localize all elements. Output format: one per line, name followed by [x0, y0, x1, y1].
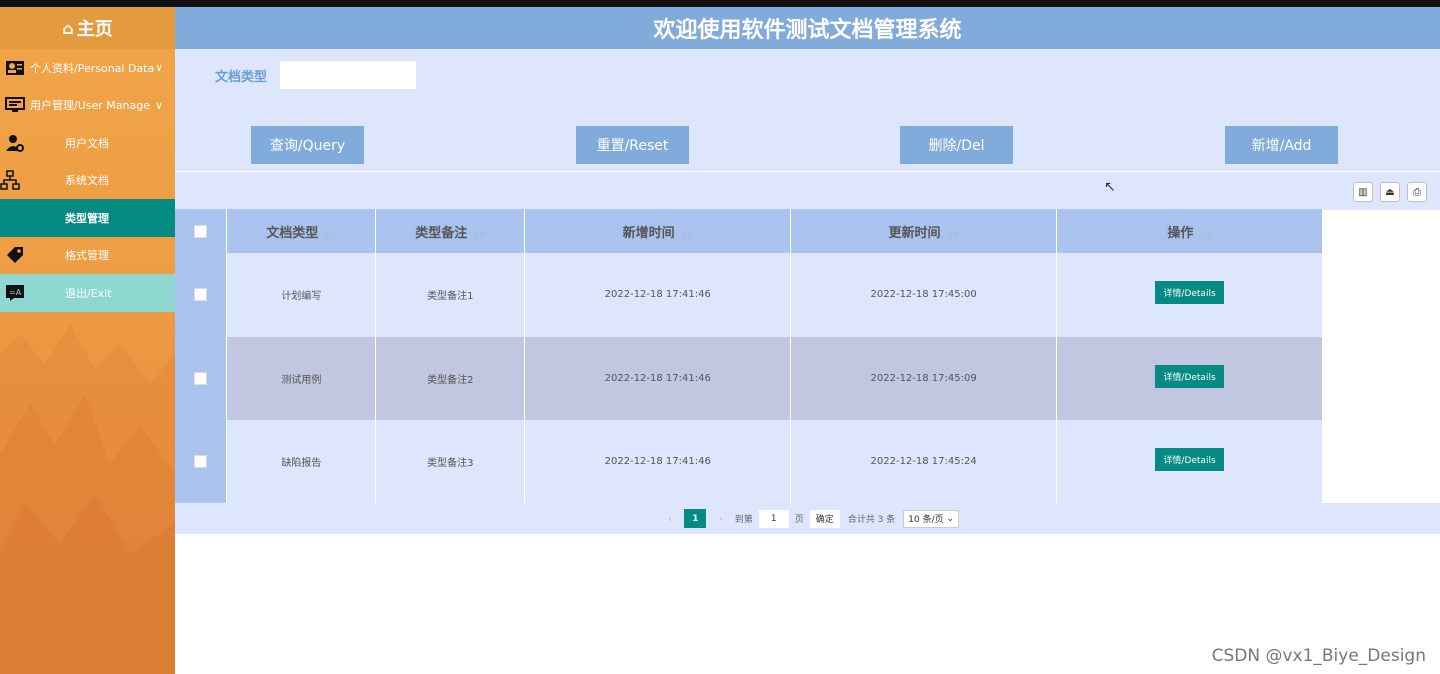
sidebar-item-format-manage[interactable]: 格式管理 [0, 237, 175, 275]
user-gear-icon [0, 133, 30, 153]
details-button[interactable]: 详情/Details [1155, 448, 1224, 471]
sidebar-item-system-docs[interactable]: 系统文档 [0, 162, 175, 200]
search-bar: 文档类型 查询/Query 重置/Reset 删除/Del 新增/Add [175, 49, 1440, 172]
page-title: 欢迎使用软件测试文档管理系统 [175, 7, 1440, 49]
page-size-select[interactable]: 10 条/页 ⌄ [903, 509, 960, 528]
column-header-note[interactable]: 类型备注 ▲▼ [375, 209, 526, 253]
row-checkbox[interactable] [194, 371, 208, 385]
row-checkbox[interactable] [194, 288, 208, 302]
cell-type: 计划编写 [226, 253, 377, 337]
cell-actions: 详情/Details [1056, 253, 1323, 337]
sidebar-item-label: 用户文档 [65, 136, 109, 150]
row-checkbox[interactable] [194, 455, 208, 469]
sidebar-item-label: 类型管理 [65, 211, 109, 225]
column-header-created[interactable]: 新增时间 ▲▼ [524, 209, 792, 253]
chevron-down-icon: ∨ [154, 98, 163, 112]
table-row: 缺陷报告 类型备注3 2022-12-18 17:41:46 2022-12-1… [175, 420, 1323, 504]
sort-icon: ▲▼ [946, 229, 959, 239]
reset-button[interactable]: 重置/Reset [576, 126, 689, 164]
columns-icon[interactable]: ▥ [1353, 182, 1373, 202]
cell-note: 类型备注1 [375, 253, 526, 337]
cell-updated: 2022-12-18 17:45:00 [790, 253, 1058, 337]
cell-created: 2022-12-18 17:41:46 [524, 420, 792, 504]
sidebar-item-label: 用户管理/User Manage [30, 99, 150, 113]
table-row: 计划编写 类型备注1 2022-12-18 17:41:46 2022-12-1… [175, 253, 1323, 337]
next-page-icon[interactable]: › [718, 512, 722, 525]
sidebar: ⌂ 主页 个人资料/Personal Data ∨ 用户管理/User Mana… [0, 7, 175, 674]
sidebar-item-type-manage[interactable]: 类型管理 [0, 199, 175, 237]
doc-type-search-input[interactable] [280, 61, 416, 89]
confirm-page-button[interactable]: 确定 [809, 509, 840, 528]
current-page[interactable]: 1 [684, 509, 707, 528]
watermark: CSDN @vx1_Biye_Design [1211, 646, 1426, 666]
table-toolbar: ▥ ⏏ ⎙ [175, 172, 1440, 210]
table-row: 测试用例 类型备注2 2022-12-18 17:41:46 2022-12-1… [175, 336, 1323, 420]
delete-button[interactable]: 删除/Del [900, 126, 1013, 164]
row-select-cell [175, 253, 228, 337]
sidebar-item-label: 退出/Exit [65, 286, 112, 300]
details-button[interactable]: 详情/Details [1155, 364, 1224, 388]
sort-icon: ▲▼ [1199, 229, 1212, 239]
cell-note: 类型备注2 [375, 336, 526, 420]
table-header-row: 文档类型 ▲▼ 类型备注 ▲▼ 新增时间 ▲▼ 更新时间 ▲▼ 操作 ▲▼ [175, 209, 1323, 253]
cell-note: 类型备注3 [375, 420, 526, 504]
cell-created: 2022-12-18 17:41:46 [524, 336, 792, 420]
sort-icon: ▲▼ [473, 229, 486, 239]
user-card-icon [0, 59, 30, 77]
column-header-type[interactable]: 文档类型 ▲▼ [226, 209, 377, 253]
main-panel: 欢迎使用软件测试文档管理系统 文档类型 查询/Query 重置/Reset 删除… [175, 7, 1440, 674]
sidebar-home[interactable]: ⌂ 主页 [0, 7, 175, 49]
mountain-background [0, 324, 175, 674]
cell-updated: 2022-12-18 17:45:24 [790, 420, 1058, 504]
row-select-cell [175, 420, 228, 504]
cell-actions: 详情/Details [1056, 336, 1323, 420]
cell-actions: 详情/Details [1056, 420, 1323, 504]
select-all-cell [175, 209, 228, 253]
select-all-checkbox[interactable] [194, 224, 208, 238]
sidebar-item-label: 格式管理 [65, 249, 109, 263]
doc-type-table: 文档类型 ▲▼ 类型备注 ▲▼ 新增时间 ▲▼ 更新时间 ▲▼ 操作 ▲▼ 计划编写 类型… [175, 209, 1323, 504]
monitor-icon [0, 96, 30, 114]
search-label: 文档类型 [215, 70, 268, 85]
sidebar-item-user-docs[interactable]: 用户文档 [0, 124, 175, 162]
sort-icon: ▲▼ [680, 229, 693, 239]
cell-type: 缺陷报告 [226, 420, 377, 504]
cell-type: 测试用例 [226, 336, 377, 420]
print-icon[interactable]: ⎙ [1407, 182, 1427, 202]
goto-label: 到第 [734, 515, 753, 525]
translate-icon: =A [0, 284, 30, 302]
svg-text:=A: =A [9, 288, 22, 297]
sitemap-icon [0, 170, 30, 190]
column-header-actions[interactable]: 操作 ▲▼ [1056, 209, 1323, 253]
query-button[interactable]: 查询/Query [251, 126, 364, 164]
top-black-strip [0, 0, 1440, 7]
sidebar-item-label: 系统文档 [65, 174, 109, 188]
home-icon: ⌂ [62, 18, 74, 38]
sidebar-home-label: 主页 [76, 19, 113, 40]
sidebar-item-user-manage[interactable]: 用户管理/User Manage ∨ [0, 87, 175, 125]
sidebar-item-exit[interactable]: =A 退出/Exit [0, 274, 175, 312]
total-count: 合计共 3 条 [847, 515, 896, 525]
sort-icon: ▲▼ [324, 229, 337, 239]
export-icon[interactable]: ⏏ [1380, 182, 1400, 202]
column-header-updated[interactable]: 更新时间 ▲▼ [790, 209, 1058, 253]
sidebar-item-personal-data[interactable]: 个人资料/Personal Data ∨ [0, 49, 175, 87]
sidebar-item-label: 个人资料/Personal Data [30, 61, 155, 75]
row-select-cell [175, 336, 228, 420]
pagination: ‹ 1 › 到第 1 页 确定 合计共 3 条 10 条/页 ⌄ [175, 503, 1440, 534]
add-button[interactable]: 新增/Add [1225, 126, 1338, 164]
tag-icon [0, 245, 30, 265]
page-unit-label: 页 [794, 515, 804, 525]
mouse-cursor-icon: ↖ [1104, 179, 1116, 195]
prev-page-icon[interactable]: ‹ [668, 512, 672, 525]
goto-page-input[interactable]: 1 [758, 509, 789, 528]
cell-created: 2022-12-18 17:41:46 [524, 253, 792, 337]
chevron-down-icon: ∨ [154, 61, 163, 74]
cell-updated: 2022-12-18 17:45:09 [790, 336, 1058, 420]
details-button[interactable]: 详情/Details [1155, 281, 1224, 304]
